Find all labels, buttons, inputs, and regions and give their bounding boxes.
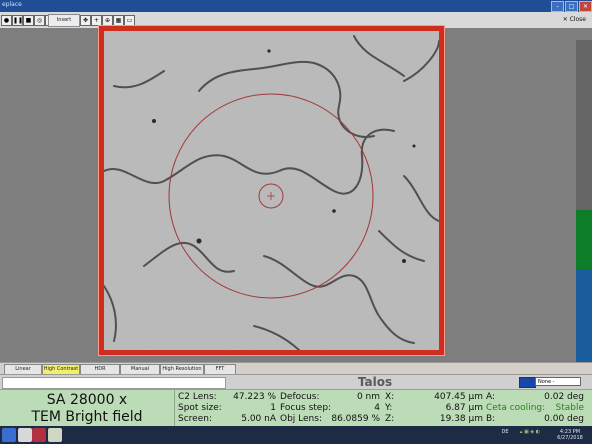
window-close-button[interactable]: ✕ bbox=[579, 1, 592, 12]
imaging-mode-value: TEM Bright field bbox=[31, 409, 143, 425]
magnification-value: SA 28000 x bbox=[46, 392, 128, 408]
mode-display: SA 28000 x TEM Bright field bbox=[0, 390, 175, 427]
obj-lens-label: Obj Lens: bbox=[280, 414, 322, 424]
tilt-b-value: 0.00 deg bbox=[544, 414, 584, 424]
header-row: Talos None - bbox=[0, 374, 592, 390]
minimize-button[interactable]: – bbox=[551, 1, 564, 12]
language-indicator[interactable]: DE bbox=[500, 429, 510, 441]
close-icon: ✕ bbox=[562, 16, 570, 23]
tem-image bbox=[104, 31, 439, 350]
app-icon-3[interactable] bbox=[48, 428, 62, 442]
layout-selector-icon[interactable] bbox=[519, 377, 536, 388]
preset-dropdown[interactable]: None - bbox=[535, 377, 581, 386]
target-icon[interactable]: ◎ bbox=[34, 15, 45, 26]
window-title: eplace bbox=[2, 1, 22, 8]
move-icon[interactable]: ✥ bbox=[80, 15, 91, 26]
app-icon-2[interactable] bbox=[32, 428, 46, 442]
pause-icon[interactable]: ❚❚ bbox=[12, 15, 23, 26]
message-field[interactable] bbox=[2, 377, 226, 389]
tilt-b-label: B: bbox=[486, 414, 496, 424]
instrument-name: Talos bbox=[357, 375, 393, 389]
side-panel-green bbox=[576, 210, 592, 270]
start-icon[interactable] bbox=[2, 428, 16, 442]
taskbar: DE ▴ ▣ ◈ ◐ 4:23 PM 6/27/2018 bbox=[0, 426, 592, 444]
side-panel-blue bbox=[576, 270, 592, 362]
screen-label: Screen: bbox=[178, 414, 212, 424]
maximize-button[interactable]: □ bbox=[565, 1, 578, 12]
microscope-status-panel: SA 28000 x TEM Bright field C2 Lens: 47.… bbox=[0, 389, 592, 427]
stage-z-label: Z: bbox=[385, 414, 395, 424]
record-icon[interactable]: ● bbox=[1, 15, 12, 26]
clock-date: 6/27/2018 bbox=[557, 435, 583, 441]
obj-lens-value: 86.0859 % bbox=[331, 414, 380, 424]
insert-screen-button[interactable]: Insert Screen bbox=[48, 14, 80, 34]
app-icon-1[interactable] bbox=[18, 428, 32, 442]
tray-icons[interactable]: ▴ ▣ ◈ ◐ bbox=[514, 429, 546, 441]
stop-icon[interactable]: ■ bbox=[23, 15, 34, 26]
window-titlebar: eplace – □ ✕ bbox=[0, 0, 592, 12]
screen-current-value: 5.00 nA bbox=[241, 414, 276, 424]
stage-z-value: 19.38 µm bbox=[439, 414, 483, 424]
clock[interactable]: 4:23 PM 6/27/2018 bbox=[550, 429, 590, 441]
toolbar-close-button[interactable]: ✕ Close bbox=[563, 15, 586, 25]
window-controls: – □ ✕ bbox=[550, 0, 592, 12]
live-image-frame[interactable] bbox=[98, 25, 445, 356]
